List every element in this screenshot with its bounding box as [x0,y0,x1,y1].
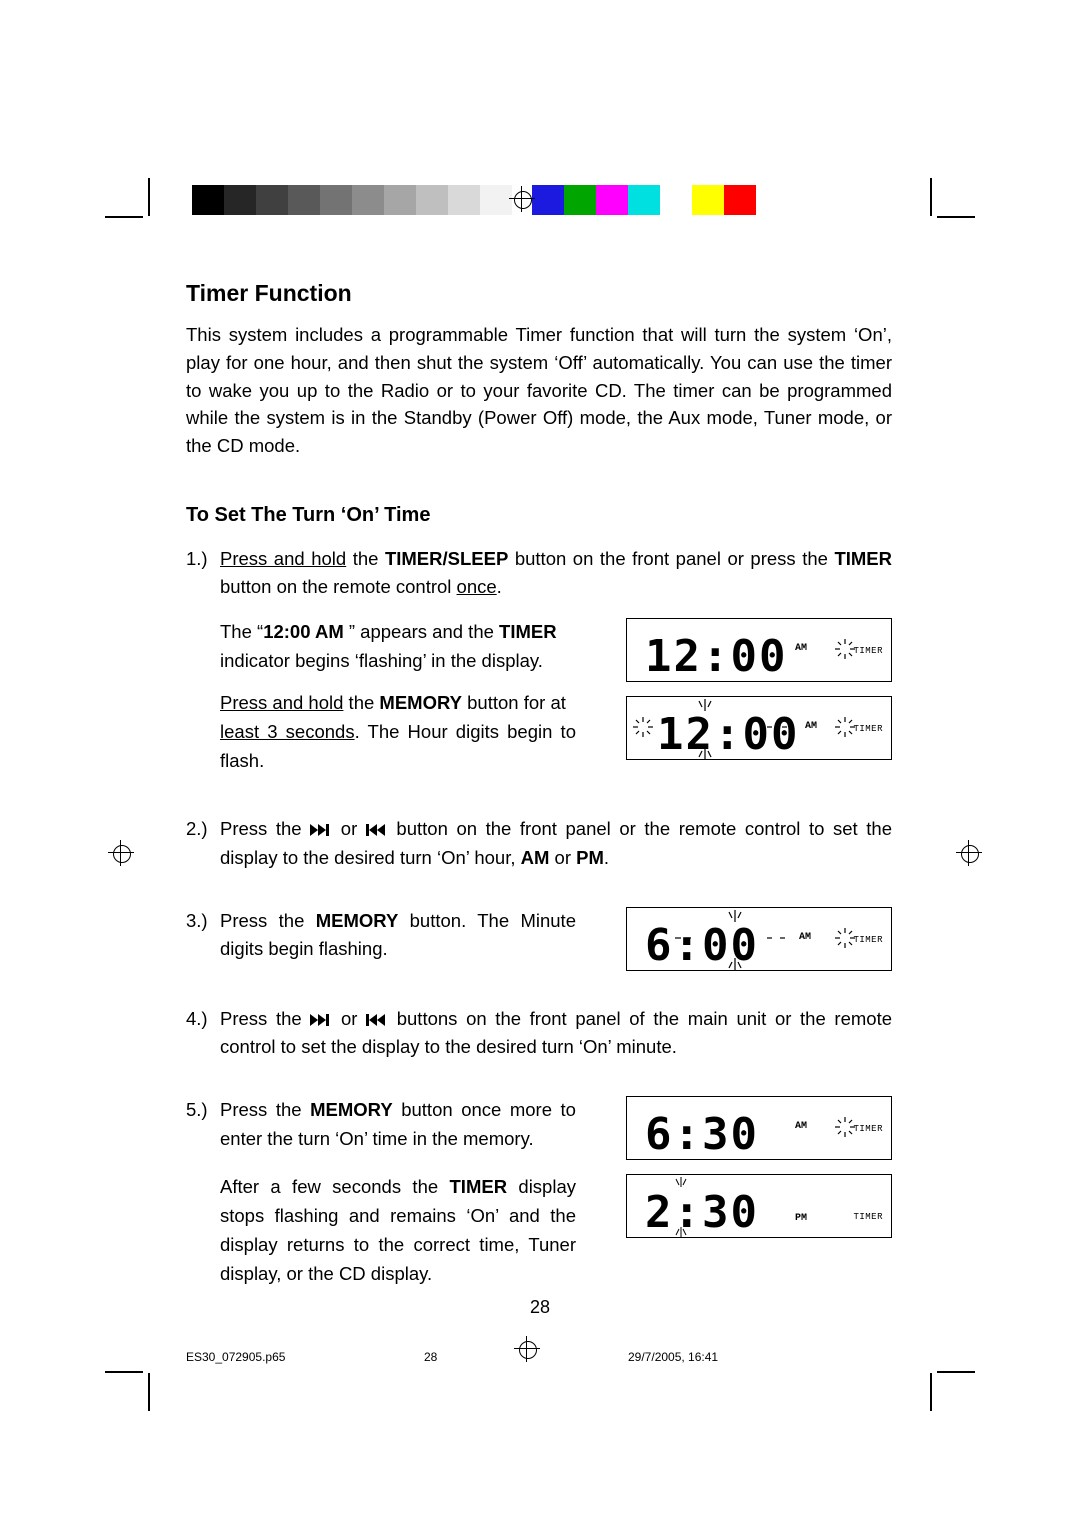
crop-mark [148,178,150,216]
step-text: Press the or buttons on the front panel … [220,1005,892,1062]
registration-mark-icon [958,842,980,864]
flash-burst-icon [767,717,787,748]
flash-burst-icon [727,910,743,922]
crop-mark [148,1373,150,1411]
crop-mark [105,216,143,218]
crop-mark [105,1371,143,1373]
page-number: 28 [0,1297,1080,1318]
step-number: 3.) [186,907,220,971]
lcd-timer-label: TIMER [853,1211,883,1225]
flash-burst-icon [727,958,743,970]
footer-page: 28 [424,1350,437,1364]
lcd-timer-label: TIMER [853,723,883,737]
step-number: 4.) [186,1005,220,1062]
step-5: 5.) Press the MEMORY button once more to… [186,1096,892,1288]
lcd-ampm: AM [795,1119,807,1135]
subsection-title: To Set The Turn ‘On’ Time [186,504,892,527]
step-text: The “12:00 AM ” appears and the TIMER in… [220,618,576,775]
step-number: 2.) [186,815,220,872]
lcd-display: 12:00 AM TIMER [626,696,892,760]
step-2: 2.) Press the or button on the front pan… [186,815,892,872]
flash-burst-icon [835,717,855,737]
flash-burst-icon [633,717,653,737]
lcd-timer-label: TIMER [853,934,883,948]
lcd-ampm: AM [805,719,817,735]
lcd-ampm: PM [795,1211,807,1227]
flash-burst-icon [835,1117,855,1137]
step-4: 4.) Press the or buttons on the front pa… [186,1005,892,1062]
flash-burst-icon [767,928,785,959]
lcd-time: 12:00 [645,623,787,691]
lcd-display: 12:00 AM TIMER [626,618,892,682]
crop-mark [937,1371,975,1373]
step-number: 5.) [186,1096,220,1288]
lcd-timer-label: TIMER [853,1123,883,1137]
lcd-display: 6:30 AM TIMER [626,1096,892,1160]
lcd-display: 2:30 PM TIMER [626,1174,892,1238]
crop-mark [930,1373,932,1411]
section-title: Timer Function [186,280,892,307]
step-text: Press the MEMORY button once more to ent… [220,1096,576,1288]
step-3: 3.) Press the MEMORY button. The Minute … [186,907,892,971]
flash-burst-icon [675,1177,687,1187]
lcd-time: 2:30 [645,1179,759,1247]
intro-paragraph: This system includes a programmable Time… [186,321,892,460]
calibration-colorbar [192,185,756,215]
step-1: 1.) Press and hold the TIMER/SLEEP butto… [186,545,892,776]
footer-filename: ES30_072905.p65 [186,1350,285,1364]
crop-mark [930,178,932,216]
step-number: 1.) [186,545,220,776]
lcd-ampm: AM [799,930,811,946]
fast-forward-icon [310,1008,332,1029]
fast-forward-icon [310,818,332,839]
lcd-ampm: AM [795,641,807,657]
registration-mark-icon [516,1338,538,1360]
registration-mark-icon [110,842,132,864]
crop-mark [937,216,975,218]
footer-date: 29/7/2005, 16:41 [628,1350,718,1364]
flash-burst-icon [835,639,855,659]
flash-burst-icon [835,928,855,948]
flash-burst-icon [675,1227,687,1237]
lcd-time: 6:30 [645,1101,759,1169]
lcd-display: 6:00 AM [626,907,892,971]
page-content: Timer Function This system includes a pr… [186,280,892,1316]
step-text: Press the or button on the front panel o… [220,815,892,872]
flash-burst-icon [675,928,691,948]
rewind-icon [366,1008,388,1029]
step-text: Press the MEMORY button. The Minute digi… [220,907,576,971]
registration-mark-icon [511,188,533,210]
step-text: Press and hold the TIMER/SLEEP button on… [220,545,892,602]
rewind-icon [366,818,388,839]
lcd-timer-label: TIMER [853,645,883,659]
